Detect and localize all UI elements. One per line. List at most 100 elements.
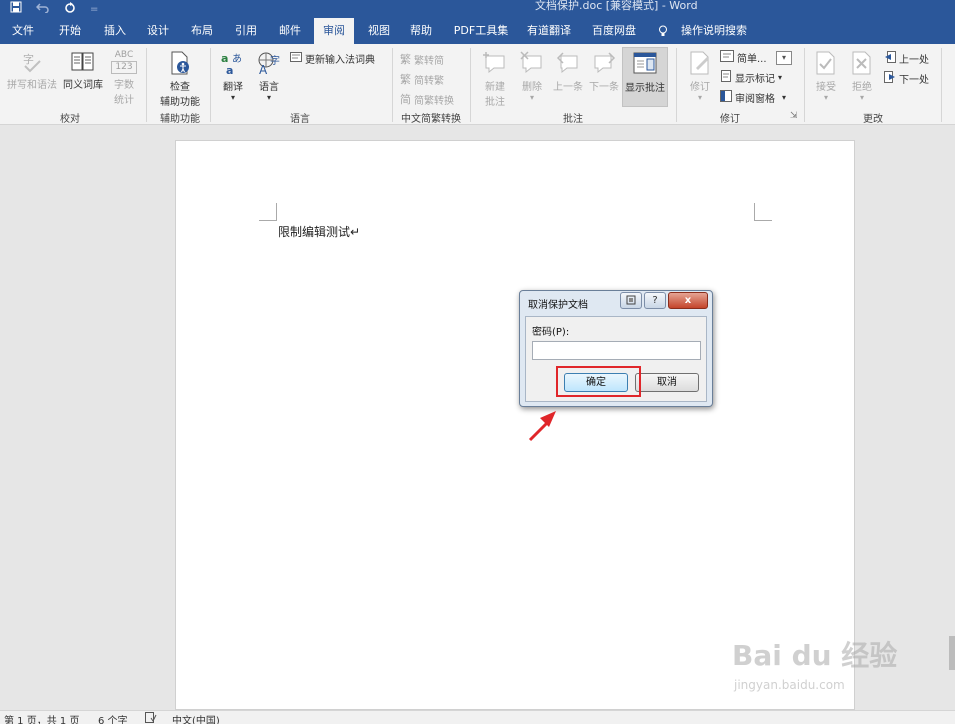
word-count-button[interactable]: ABC 123 字数 统计 bbox=[108, 50, 140, 106]
chevron-down-icon: ▾ bbox=[697, 93, 702, 102]
language-button[interactable]: A字 语言 ▾ bbox=[252, 50, 286, 102]
accept-icon bbox=[816, 51, 835, 75]
next-change-icon bbox=[884, 71, 896, 86]
tab-baidu-netdisk[interactable]: 百度网盘 bbox=[587, 18, 641, 44]
watermark-brand: Bai du 经验 bbox=[732, 639, 898, 672]
margin-corner-mark bbox=[754, 203, 772, 221]
dialog-help-button[interactable]: ? bbox=[644, 292, 666, 309]
tab-references[interactable]: 引用 bbox=[228, 18, 264, 44]
tab-file[interactable]: 文件 bbox=[6, 18, 40, 44]
title-bar: = 文档保护.doc [兼容模式] - Word bbox=[0, 0, 955, 18]
book-icon bbox=[71, 52, 94, 71]
show-comments-icon bbox=[633, 52, 657, 74]
password-input[interactable] bbox=[532, 341, 701, 360]
tab-review[interactable]: 审阅 bbox=[314, 18, 354, 44]
redo-icon[interactable] bbox=[64, 1, 76, 17]
language-icon: A字 bbox=[258, 52, 280, 76]
spelling-grammar-button[interactable]: 字 拼写和语法 bbox=[4, 50, 60, 91]
dialog-restore-icon[interactable] bbox=[620, 292, 642, 309]
svg-text:a: a bbox=[226, 64, 233, 76]
group-label-changes: 更改 bbox=[863, 114, 883, 125]
dialog-launcher-icon[interactable]: ⇲ bbox=[790, 111, 798, 121]
tab-layout[interactable]: 布局 bbox=[184, 18, 220, 44]
quick-access-toolbar: = bbox=[10, 0, 98, 18]
svg-text:あ: あ bbox=[232, 53, 242, 65]
customize-icon[interactable]: = bbox=[90, 4, 98, 15]
password-label: 密码(P): bbox=[532, 327, 570, 338]
show-comments-button[interactable]: 显示批注 bbox=[622, 47, 668, 107]
reject-button[interactable]: 拒绝 ▾ bbox=[846, 50, 878, 102]
group-label-accessibility: 辅助功能 bbox=[160, 114, 200, 125]
spelling-icon: 字 bbox=[23, 52, 41, 73]
simplified-to-traditional-button[interactable]: 繁简转繁 bbox=[400, 71, 444, 87]
tab-insert[interactable]: 插入 bbox=[97, 18, 133, 44]
tab-home[interactable]: 开始 bbox=[52, 18, 88, 44]
margin-corner-mark bbox=[259, 203, 277, 221]
dictionary-icon bbox=[290, 52, 302, 65]
previous-change-icon bbox=[884, 51, 896, 66]
group-separator bbox=[470, 48, 471, 122]
status-language[interactable]: 中文(中国) bbox=[172, 712, 220, 724]
previous-comment-icon bbox=[556, 52, 578, 74]
vertical-scrollbar[interactable] bbox=[949, 636, 955, 670]
document-page[interactable]: 限制编辑测试↵ bbox=[175, 140, 855, 710]
save-icon[interactable] bbox=[10, 1, 22, 17]
svg-text:A: A bbox=[259, 63, 268, 76]
cancel-button[interactable]: 取消 bbox=[635, 373, 699, 392]
status-page-count[interactable]: 第 1 页，共 1 页 bbox=[4, 712, 79, 724]
tab-design[interactable]: 设计 bbox=[140, 18, 176, 44]
show-markup-dropdown[interactable]: 显示标记 ▾ bbox=[720, 70, 782, 85]
svg-text:字: 字 bbox=[23, 52, 34, 66]
tab-pdf-tools[interactable]: PDF工具集 bbox=[451, 18, 511, 44]
translate-button[interactable]: aあa 翻译 ▾ bbox=[216, 50, 250, 102]
dialog-close-button[interactable]: x bbox=[668, 292, 708, 309]
track-changes-button[interactable]: 修订 ▾ bbox=[684, 50, 716, 102]
group-separator bbox=[941, 48, 942, 122]
new-comment-button[interactable]: 新建 批注 bbox=[478, 50, 512, 108]
svg-text:字: 字 bbox=[270, 54, 280, 67]
next-change-button[interactable]: 下一处 bbox=[884, 71, 929, 86]
delete-comment-button[interactable]: 删除 ▾ bbox=[516, 50, 548, 102]
tab-mailings[interactable]: 邮件 bbox=[272, 18, 308, 44]
group-separator bbox=[392, 48, 393, 122]
chevron-down-icon: ▾ bbox=[823, 93, 828, 102]
new-comment-icon bbox=[483, 52, 505, 74]
chinese-conversion-button[interactable]: 简简繁转换 bbox=[400, 91, 454, 107]
document-text[interactable]: 限制编辑测试↵ bbox=[278, 223, 360, 240]
update-ime-dictionary-button[interactable]: 更新输入法词典 bbox=[290, 51, 375, 66]
group-separator bbox=[146, 48, 147, 122]
undo-icon[interactable] bbox=[35, 1, 50, 17]
check-accessibility-button[interactable]: 检查 辅助功能 bbox=[154, 50, 206, 108]
traditional-to-simplified-button[interactable]: 繁繁转简 bbox=[400, 51, 444, 67]
ok-button-highlight bbox=[556, 366, 641, 397]
translate-icon: a あa bbox=[221, 52, 242, 76]
tab-help[interactable]: 帮助 bbox=[403, 18, 439, 44]
lightbulb-icon bbox=[655, 18, 671, 44]
proofing-status-icon[interactable] bbox=[145, 712, 157, 724]
chevron-down-icon: ▾ bbox=[230, 93, 235, 102]
previous-comment-button[interactable]: 上一条 bbox=[550, 50, 586, 93]
tab-youdao[interactable]: 有道翻译 bbox=[522, 18, 576, 44]
reject-icon bbox=[852, 51, 871, 75]
status-word-count[interactable]: 6 个字 bbox=[98, 712, 128, 724]
reviewing-pane-dropdown[interactable]: 审阅窗格 ▾ bbox=[720, 90, 786, 105]
next-comment-button[interactable]: 下一条 bbox=[586, 50, 622, 93]
group-separator bbox=[804, 48, 805, 122]
window-title: 文档保护.doc [兼容模式] - Word bbox=[535, 0, 698, 12]
group-label-tracking: 修订 bbox=[720, 114, 740, 125]
simplified-to-traditional-icon: 繁 bbox=[400, 73, 411, 86]
chinese-conversion-icon: 简 bbox=[400, 93, 411, 106]
tell-me-search[interactable]: 操作说明搜索 bbox=[676, 18, 752, 44]
chevron-down-icon: ▾ bbox=[776, 50, 792, 65]
chevron-down-icon: ▾ bbox=[529, 93, 534, 102]
track-changes-icon bbox=[690, 51, 709, 75]
previous-change-button[interactable]: 上一处 bbox=[884, 51, 929, 66]
group-label-language: 语言 bbox=[290, 114, 310, 125]
display-for-review-dropdown[interactable]: 简单... ▾ bbox=[720, 50, 792, 65]
tab-view[interactable]: 视图 bbox=[361, 18, 397, 44]
thesaurus-button[interactable]: 同义词库 bbox=[60, 50, 106, 91]
word-count-icon: ABC 123 bbox=[111, 50, 137, 74]
group-label-chinese-conversion: 中文简繁转换 bbox=[401, 114, 461, 125]
group-separator bbox=[210, 48, 211, 122]
accept-button[interactable]: 接受 ▾ bbox=[810, 50, 842, 102]
